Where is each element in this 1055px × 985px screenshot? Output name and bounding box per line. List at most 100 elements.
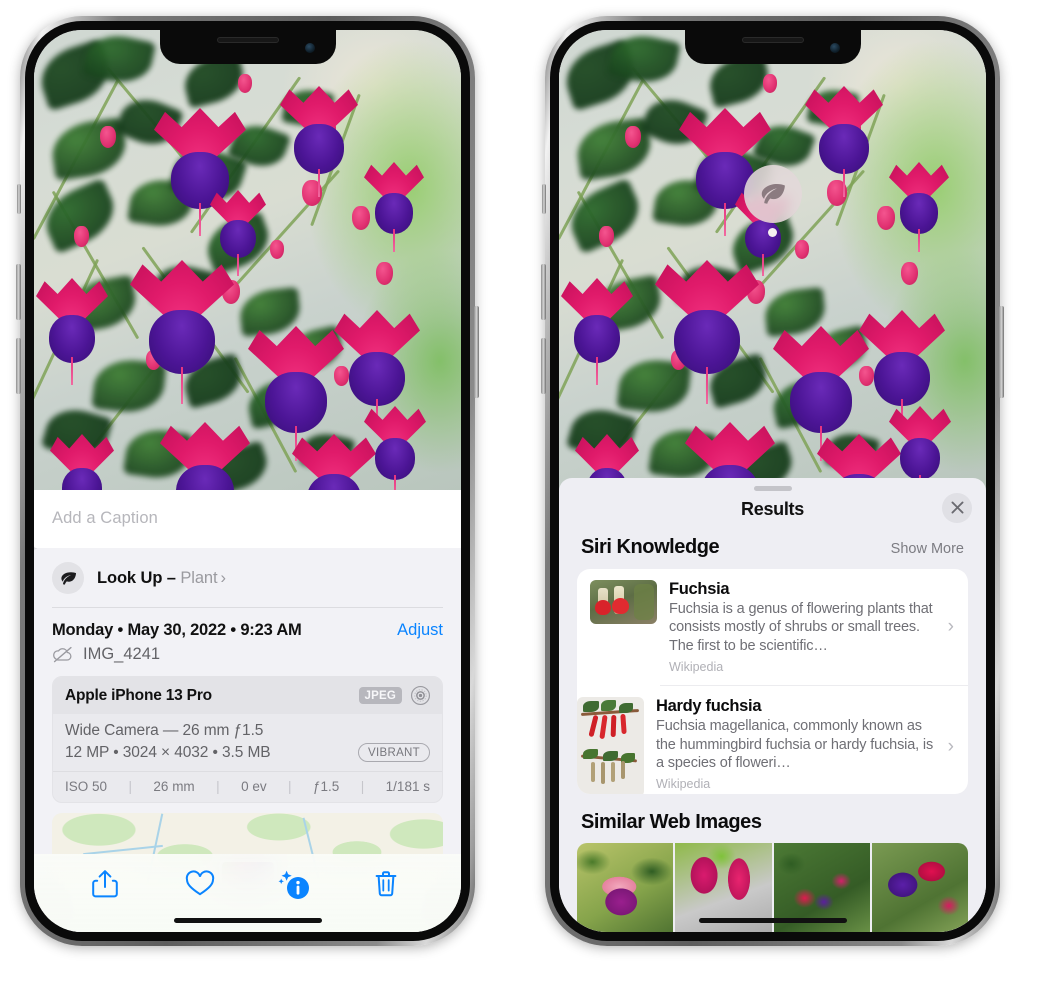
- photo-viewer[interactable]: [34, 30, 461, 490]
- datetime-row: Monday • May 30, 2022 • 9:23 AM Adjust: [34, 608, 461, 640]
- fuchsia-flower: [50, 434, 114, 490]
- fuchsia-flower: [160, 422, 250, 490]
- notch: [684, 30, 861, 64]
- volume-up-button[interactable]: [16, 264, 21, 320]
- exif-size-row: 12 MP • 3024 × 4032 • 3.5 MB VIBRANT: [65, 743, 430, 762]
- home-indicator[interactable]: [173, 918, 322, 923]
- device-bezel: Results Siri Knowledge Show More Fuchsia…: [550, 21, 995, 941]
- knowledge-description: Fuchsia magellanica, commonly known as t…: [656, 717, 934, 772]
- stat-separator: |: [360, 779, 365, 794]
- fuchsia-flower: [889, 406, 951, 490]
- knowledge-card-body: Fuchsia Fuchsia is a genus of flowering …: [669, 580, 956, 674]
- fuchsia-flower: [773, 326, 869, 461]
- side-power-button[interactable]: [999, 306, 1004, 398]
- flower-bud: [763, 74, 777, 93]
- left-screen: Add a Caption Look Up – Plant › Monday •…: [34, 30, 461, 932]
- fuchsia-flower: [655, 260, 759, 404]
- stat-separator: |: [288, 779, 292, 794]
- close-button[interactable]: [942, 492, 972, 523]
- flower-bud: [376, 262, 393, 285]
- fuchsia-flower: [805, 86, 883, 198]
- earpiece-speaker: [216, 37, 279, 43]
- lens-circle-icon: [411, 686, 430, 705]
- stat-separator: |: [216, 779, 220, 794]
- flower-bud: [795, 240, 809, 259]
- knowledge-description: Fuchsia is a genus of flowering plants t…: [669, 600, 933, 655]
- flower-bud: [599, 226, 614, 247]
- filename-row: IMG_4241: [34, 640, 461, 676]
- exif-stat-ev: 0 ev: [241, 779, 267, 794]
- share-icon[interactable]: [91, 869, 123, 901]
- flower-bud: [238, 74, 252, 93]
- volume-down-button[interactable]: [541, 338, 546, 394]
- info-sparkle-icon[interactable]: [278, 869, 310, 901]
- knowledge-thumbnail: [577, 696, 644, 794]
- side-power-button[interactable]: [474, 306, 479, 398]
- web-image-thumbnail[interactable]: [871, 842, 968, 932]
- exif-body: Wide Camera — 26 mm ƒ1.5 12 MP • 3024 × …: [53, 714, 442, 771]
- sheet-title: Results: [741, 498, 804, 519]
- fuchsia-flower: [561, 278, 633, 385]
- fuchsia-flower: [889, 162, 949, 253]
- web-image-thumbnail[interactable]: [577, 842, 674, 932]
- home-indicator[interactable]: [698, 918, 847, 923]
- exif-stats-row: ISO 50 | 26 mm | 0 ev | ƒ1.5 | 1/181 s: [53, 771, 442, 802]
- device-bezel: Add a Caption Look Up – Plant › Monday •…: [25, 21, 470, 941]
- knowledge-thumbnail: [590, 579, 657, 624]
- trash-icon[interactable]: [372, 869, 404, 901]
- volume-up-button[interactable]: [541, 264, 546, 320]
- iphone-right-device: Results Siri Knowledge Show More Fuchsia…: [541, 16, 1004, 946]
- knowledge-source: Wikipedia: [669, 659, 724, 674]
- exif-stat-focal: 26 mm: [153, 779, 195, 794]
- exif-stat-shutter: 1/181 s: [385, 779, 430, 794]
- fuchsia-flower: [36, 278, 108, 385]
- look-up-row[interactable]: Look Up – Plant ›: [34, 546, 461, 607]
- siri-knowledge-card-list: Fuchsia Fuchsia is a genus of flowering …: [577, 568, 968, 794]
- notch: [159, 30, 336, 64]
- leaf-icon: [60, 571, 76, 585]
- iphone-left-device: Add a Caption Look Up – Plant › Monday •…: [16, 16, 479, 946]
- exif-header: Apple iPhone 13 Pro JPEG: [53, 677, 442, 714]
- section-title: Siri Knowledge: [581, 535, 720, 558]
- show-more-button[interactable]: Show More: [891, 541, 964, 557]
- format-badge: JPEG: [358, 687, 402, 704]
- look-up-text: Look Up –: [97, 568, 176, 587]
- knowledge-title: Fuchsia: [669, 579, 730, 598]
- caption-placeholder: Add a Caption: [52, 509, 158, 527]
- screenshot-stage: Add a Caption Look Up – Plant › Monday •…: [0, 0, 1055, 985]
- silent-switch[interactable]: [17, 184, 21, 214]
- badge-pointer-dot: [768, 228, 777, 237]
- look-up-label: Look Up – Plant ›: [97, 569, 226, 588]
- flower-bud: [74, 226, 89, 247]
- caption-input[interactable]: Add a Caption: [34, 490, 461, 548]
- fuchsia-flower: [280, 86, 358, 198]
- stat-separator: |: [128, 779, 132, 794]
- adjust-button[interactable]: Adjust: [397, 621, 443, 640]
- silent-switch[interactable]: [542, 184, 546, 214]
- exif-card: Apple iPhone 13 Pro JPEG Wide Camera — 2…: [52, 676, 443, 803]
- right-screen: Results Siri Knowledge Show More Fuchsia…: [559, 30, 986, 932]
- fuchsia-flower: [364, 406, 426, 490]
- knowledge-card[interactable]: Hardy fuchsia Fuchsia magellanica, commo…: [577, 684, 968, 794]
- knowledge-card[interactable]: Fuchsia Fuchsia is a genus of flowering …: [577, 569, 968, 685]
- cloud-slash-icon: [53, 646, 72, 663]
- photo-info-sheet: Add a Caption Look Up – Plant › Monday •…: [34, 490, 461, 932]
- flower-bud: [100, 126, 116, 148]
- flower-bud: [270, 240, 284, 259]
- heart-icon[interactable]: [185, 869, 217, 901]
- photo-datetime: Monday • May 30, 2022 • 9:23 AM: [52, 621, 302, 639]
- knowledge-title: Hardy fuchsia: [656, 696, 762, 715]
- fuchsia-flower: [334, 310, 420, 431]
- leaf-chip: [52, 562, 84, 594]
- chevron-right-icon: ›: [947, 615, 954, 637]
- visual-lookup-badge[interactable]: [743, 165, 802, 237]
- sparkle-icon: [34, 546, 38, 551]
- photo-filename: IMG_4241: [83, 645, 161, 663]
- siri-knowledge-header: Siri Knowledge Show More: [559, 536, 986, 569]
- leaf-icon: [761, 184, 785, 204]
- photo-viewer[interactable]: [559, 30, 986, 490]
- exif-stat-aperture: ƒ1.5: [313, 779, 340, 794]
- knowledge-source: Wikipedia: [656, 776, 711, 791]
- earpiece-speaker: [741, 37, 804, 43]
- volume-down-button[interactable]: [16, 338, 21, 394]
